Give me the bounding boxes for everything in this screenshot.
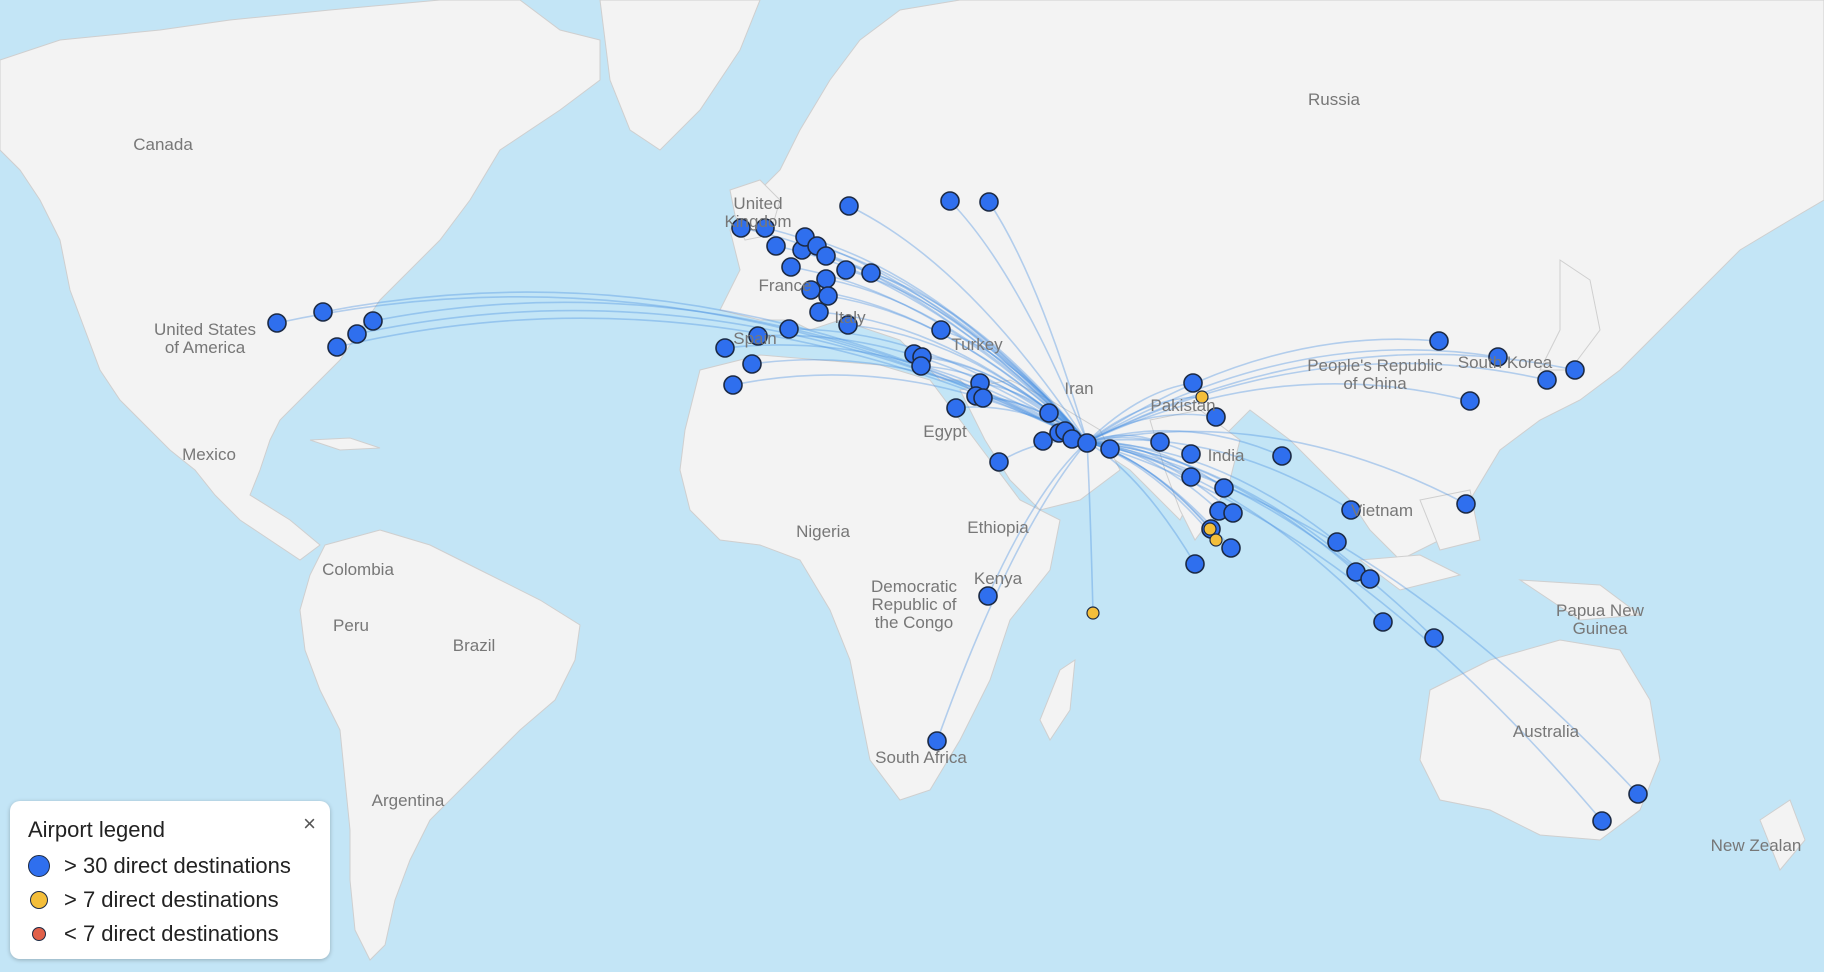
label-uk-line2: Kingdom: [724, 212, 791, 231]
airport-marker-major[interactable]: [816, 269, 836, 289]
airport-marker-major[interactable]: [1460, 391, 1480, 411]
airport-marker-major[interactable]: [1327, 532, 1347, 552]
legend-item-label: > 7 direct destinations: [64, 887, 279, 912]
legend-item-mid: > 7 direct destinations: [28, 883, 312, 917]
yellow-dot-icon: [30, 891, 48, 909]
label-usa-line2: of America: [165, 338, 246, 357]
airport-marker-major[interactable]: [911, 356, 931, 376]
airport-marker-major[interactable]: [809, 302, 829, 322]
airport-marker-major[interactable]: [1221, 538, 1241, 558]
label-china-line2: of China: [1343, 374, 1407, 393]
airport-marker-major[interactable]: [327, 337, 347, 357]
label-egypt: Egypt: [923, 422, 967, 441]
airport-marker-major[interactable]: [1223, 503, 1243, 523]
label-colombia: Colombia: [322, 560, 394, 579]
label-turkey: Turkey: [951, 335, 1003, 354]
red-dot-icon: [32, 927, 46, 941]
label-china-line1: People's Republic: [1307, 356, 1443, 375]
airport-marker-major[interactable]: [1183, 373, 1203, 393]
legend-title: Airport legend: [28, 817, 165, 842]
airport-marker-major[interactable]: [781, 257, 801, 277]
label-usa-line1: United States: [154, 320, 256, 339]
label-canada: Canada: [133, 135, 193, 154]
airport-marker-major[interactable]: [1181, 444, 1201, 464]
airport-marker-major[interactable]: [1373, 612, 1393, 632]
label-italy: Italy: [834, 308, 866, 327]
airport-marker-major[interactable]: [1185, 554, 1205, 574]
airport-marker-major[interactable]: [940, 191, 960, 211]
label-uk-line1: United: [733, 194, 782, 213]
label-ethiopia: Ethiopia: [967, 518, 1029, 537]
airport-marker-mid[interactable]: [1209, 533, 1223, 547]
airport-marker-major[interactable]: [1150, 432, 1170, 452]
airport-marker-major[interactable]: [946, 398, 966, 418]
airport-marker-major[interactable]: [1214, 478, 1234, 498]
airport-marker-major[interactable]: [1272, 446, 1292, 466]
airport-marker-major[interactable]: [1033, 431, 1053, 451]
airport-marker-major[interactable]: [1592, 811, 1612, 831]
airport-marker-major[interactable]: [1565, 360, 1585, 380]
airport-marker-major[interactable]: [1628, 784, 1648, 804]
airport-marker-major[interactable]: [779, 319, 799, 339]
airport-marker-major[interactable]: [766, 236, 786, 256]
airport-marker-major[interactable]: [816, 246, 836, 266]
airport-marker-major[interactable]: [347, 324, 367, 344]
label-drc-line1: Democratic: [871, 577, 957, 596]
airport-marker-major[interactable]: [313, 302, 333, 322]
label-drc-line2: Republic of: [871, 595, 956, 614]
label-spain: Spain: [733, 329, 776, 348]
airport-marker-major[interactable]: [723, 375, 743, 395]
label-india: India: [1208, 446, 1245, 465]
label-peru: Peru: [333, 616, 369, 635]
airport-marker-major[interactable]: [363, 311, 383, 331]
label-argentina: Argentina: [372, 791, 445, 810]
label-drc-line3: the Congo: [875, 613, 953, 632]
legend-item-label: > 30 direct destinations: [64, 853, 291, 878]
airport-marker-major[interactable]: [1100, 439, 1120, 459]
airport-marker-major[interactable]: [931, 320, 951, 340]
close-icon[interactable]: ×: [303, 813, 316, 835]
airport-marker-major[interactable]: [818, 286, 838, 306]
airport-marker-major[interactable]: [1456, 494, 1476, 514]
label-russia: Russia: [1308, 90, 1361, 109]
label-france: France: [759, 276, 812, 295]
airport-marker-major[interactable]: [973, 388, 993, 408]
legend-item-high: > 30 direct destinations: [28, 849, 312, 883]
legend-item-label: < 7 direct destinations: [64, 921, 279, 946]
airport-marker-mid[interactable]: [1203, 522, 1217, 536]
label-new-zealand: New Zealan: [1711, 836, 1802, 855]
legend-item-low: < 7 direct destinations: [28, 917, 312, 951]
airport-marker-major[interactable]: [979, 192, 999, 212]
airport-marker-major[interactable]: [839, 196, 859, 216]
label-nigeria: Nigeria: [796, 522, 850, 541]
airport-marker-major[interactable]: [1537, 370, 1557, 390]
airport-legend: Airport legend × > 30 direct destination…: [10, 801, 330, 959]
label-kenya: Kenya: [974, 569, 1023, 588]
label-mexico: Mexico: [182, 445, 236, 464]
airport-marker-major[interactable]: [836, 260, 856, 280]
label-pakistan: Pakistan: [1150, 396, 1215, 415]
airport-marker-mid[interactable]: [1086, 606, 1100, 620]
airport-marker-major[interactable]: [1181, 467, 1201, 487]
airport-marker-major[interactable]: [978, 586, 998, 606]
airport-marker-major[interactable]: [715, 338, 735, 358]
airport-marker-major[interactable]: [1039, 403, 1059, 423]
label-australia: Australia: [1513, 722, 1580, 741]
label-png-line1: Papua New: [1556, 601, 1645, 620]
blue-dot-icon: [28, 855, 50, 877]
airport-marker-major[interactable]: [1360, 569, 1380, 589]
airport-marker-major[interactable]: [742, 354, 762, 374]
airport-marker-major[interactable]: [1077, 433, 1097, 453]
airport-marker-major[interactable]: [1429, 331, 1449, 351]
label-south-korea: South Korea: [1458, 353, 1553, 372]
airport-marker-major[interactable]: [1424, 628, 1444, 648]
label-vietnam: Vietnam: [1351, 501, 1413, 520]
label-png-line2: Guinea: [1573, 619, 1628, 638]
label-iran: Iran: [1064, 379, 1093, 398]
airport-marker-major[interactable]: [267, 313, 287, 333]
label-brazil: Brazil: [453, 636, 496, 655]
airport-marker-major[interactable]: [861, 263, 881, 283]
label-south-africa: South Africa: [875, 748, 967, 767]
airport-marker-major[interactable]: [989, 452, 1009, 472]
